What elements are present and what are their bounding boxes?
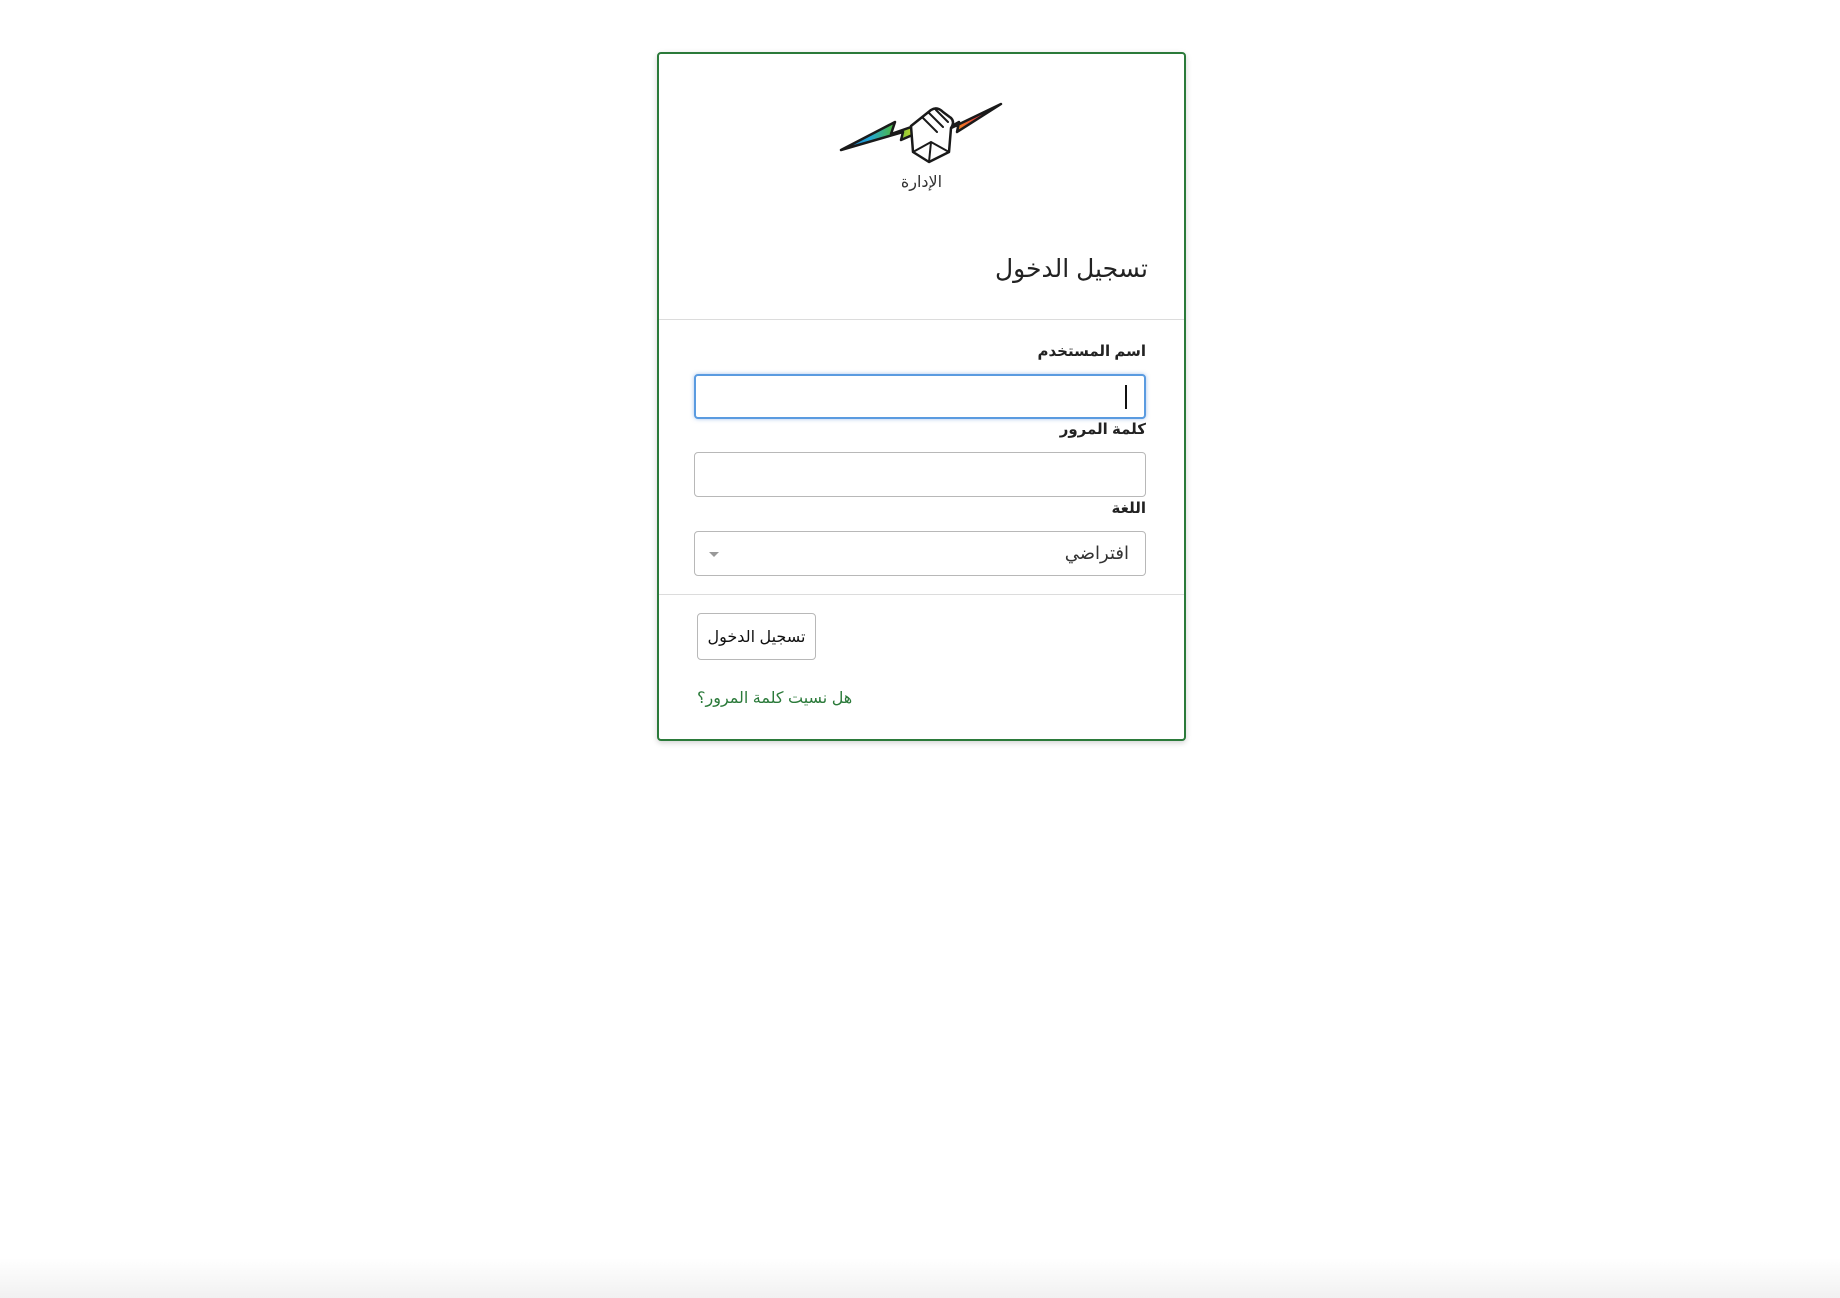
username-label: اسم المستخدم	[1037, 343, 1146, 360]
logo-caption: الإدارة	[900, 174, 943, 191]
lightning-hand-logo-icon	[839, 102, 1002, 164]
page-title: تسجيل الدخول	[994, 255, 1148, 283]
login-card: الإدارة تسجيل الدخول اسم المستخدم كلمة ا…	[657, 52, 1186, 741]
footer-divider	[659, 594, 1184, 595]
forgot-password-link[interactable]: هل نسيت كلمة المرور؟	[697, 688, 852, 708]
username-field[interactable]	[694, 374, 1146, 419]
login-button[interactable]: تسجيل الدخول	[697, 613, 816, 660]
password-field[interactable]	[694, 452, 1146, 497]
text-caret	[1125, 385, 1127, 409]
logo-block: الإدارة	[659, 100, 1184, 192]
page-bottom-shade	[0, 1258, 1840, 1298]
password-label: كلمة المرور	[1059, 421, 1146, 438]
language-select[interactable]: افتراضي	[694, 531, 1146, 576]
language-label: اللغة	[1111, 500, 1146, 517]
language-selected-value: افتراضي	[1064, 543, 1129, 563]
header-divider	[659, 319, 1184, 320]
chevron-down-icon[interactable]	[709, 552, 719, 557]
